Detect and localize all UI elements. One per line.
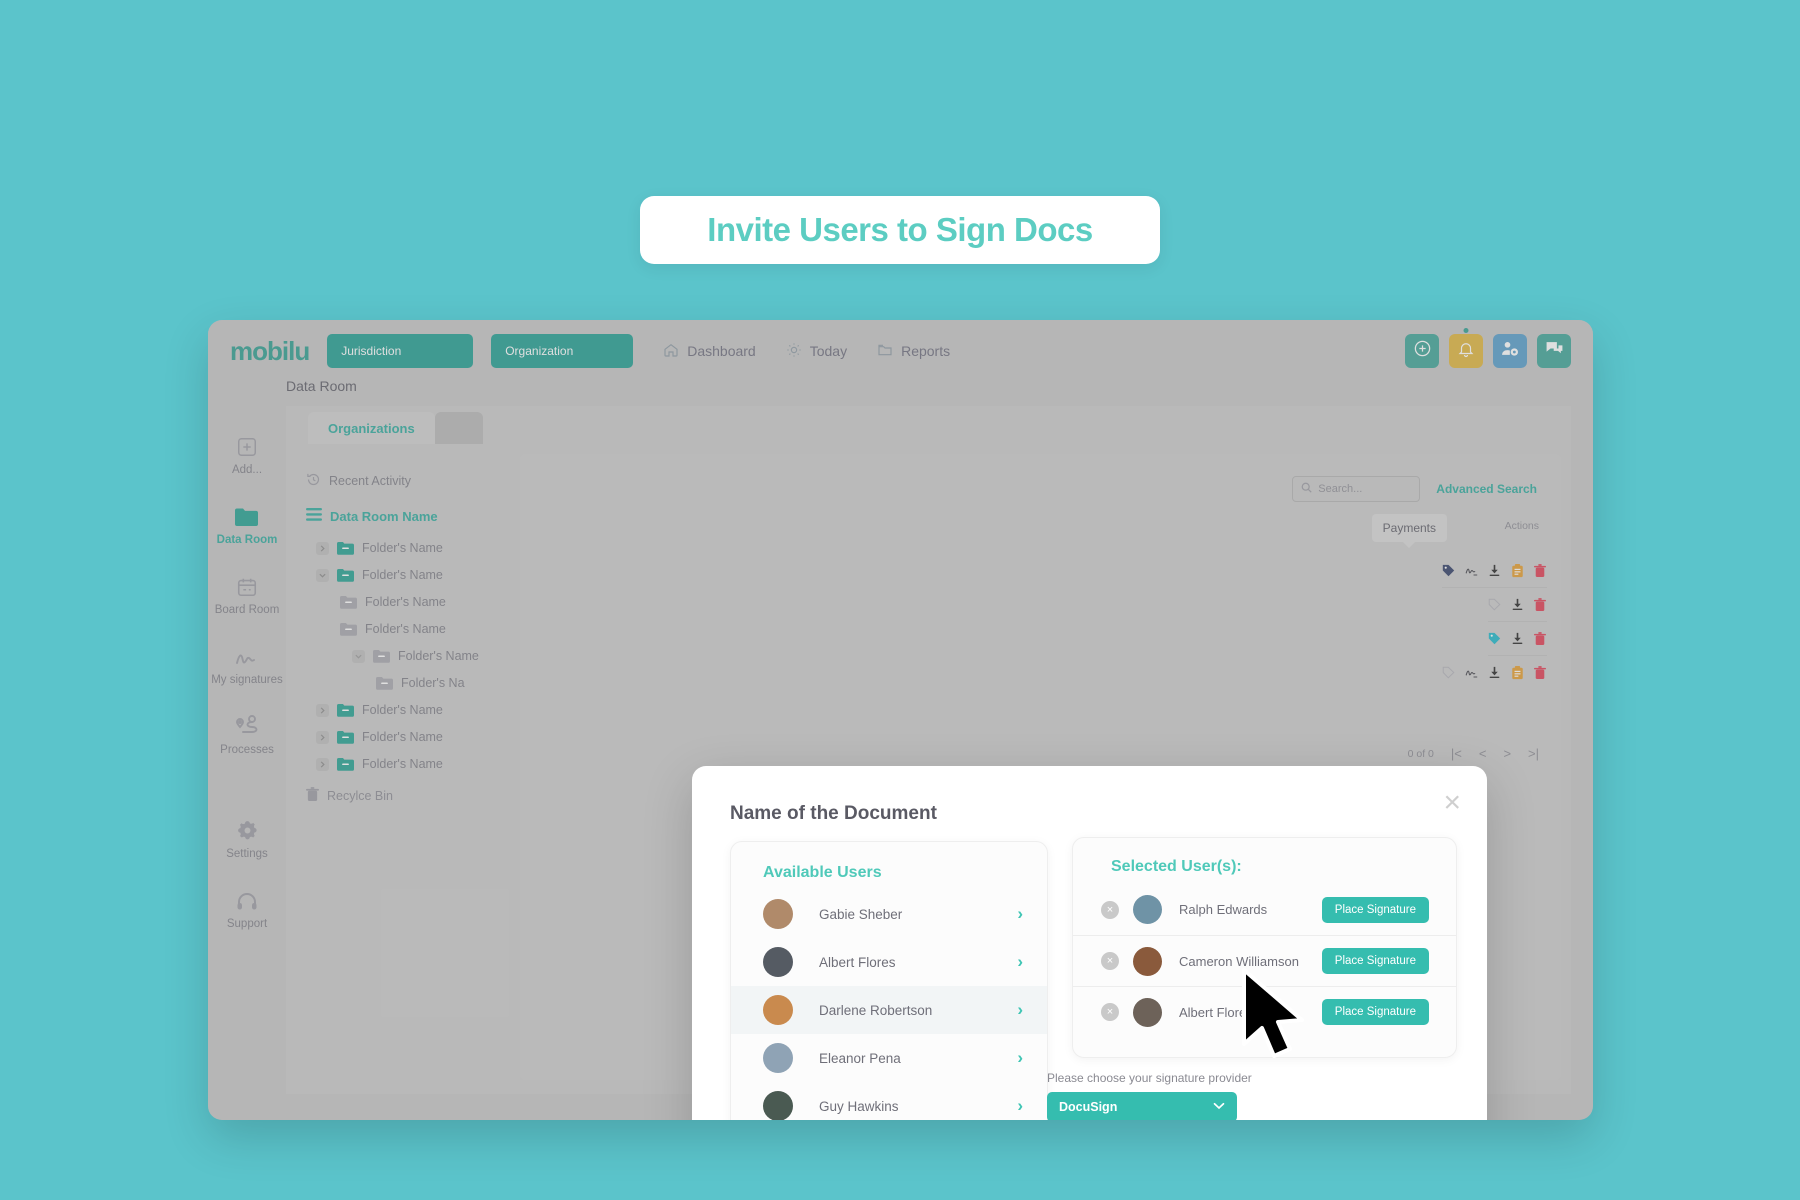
signature-provider-label: Please choose your signature provider xyxy=(1047,1071,1252,1085)
signature-provider-select[interactable]: DocuSign xyxy=(1047,1092,1237,1120)
avatar xyxy=(1133,895,1162,924)
avatar xyxy=(763,947,793,977)
chevron-right-icon[interactable]: › xyxy=(1017,1048,1023,1068)
avatar xyxy=(763,1091,793,1120)
chevron-right-icon[interactable]: › xyxy=(1017,904,1023,924)
invite-users-modal: Name of the Document × Available Users G… xyxy=(692,766,1487,1120)
available-users-card: Available Users Gabie Sheber › Albert Fl… xyxy=(730,841,1048,1120)
app-window: mobilu Jurisdiction Organization Dashboa… xyxy=(208,320,1593,1120)
avatar xyxy=(1133,997,1162,1027)
place-signature-button[interactable]: Place Signature xyxy=(1321,999,1429,1025)
modal-title: Name of the Document xyxy=(730,803,937,824)
page-title-banner: Invite Users to Sign Docs xyxy=(640,196,1160,264)
signature-provider-value: DocuSign xyxy=(1059,1100,1118,1114)
list-item[interactable]: Albert Flores › xyxy=(731,938,1047,986)
list-item[interactable]: Guy Hawkins › xyxy=(731,1082,1047,1120)
list-item[interactable]: Eleanor Pena › xyxy=(731,1034,1047,1082)
chevron-right-icon[interactable]: › xyxy=(1017,1096,1023,1116)
selected-user-name: Cameron Williamson xyxy=(1179,953,1299,969)
avatar xyxy=(763,995,793,1025)
list-item[interactable]: × Ralph Edwards Place Signature xyxy=(1073,884,1456,935)
place-signature-button[interactable]: Place Signature xyxy=(1321,896,1429,923)
avatar xyxy=(1133,946,1162,976)
remove-user-button[interactable]: × xyxy=(1101,900,1119,919)
available-user-name: Darlene Robertson xyxy=(819,1002,933,1018)
place-signature-button[interactable]: Place Signature xyxy=(1321,948,1429,974)
list-item[interactable]: Gabie Sheber › xyxy=(731,890,1047,938)
avatar xyxy=(763,899,793,929)
mouse-cursor xyxy=(1240,968,1314,1065)
close-icon[interactable]: × xyxy=(1443,788,1461,818)
chevron-right-icon[interactable]: › xyxy=(1017,1000,1023,1020)
available-user-name: Eleanor Pena xyxy=(819,1050,901,1066)
available-user-name: Gabie Sheber xyxy=(819,906,903,922)
signature-options-form: Please choose your signature provider Do… xyxy=(1047,1071,1307,1120)
chevron-down-icon xyxy=(1213,1101,1225,1113)
list-item[interactable]: Darlene Robertson › xyxy=(731,986,1047,1034)
page-title: Invite Users to Sign Docs xyxy=(707,211,1093,248)
remove-user-button[interactable]: × xyxy=(1101,1003,1119,1021)
available-user-name: Albert Flores xyxy=(819,954,896,970)
available-user-name: Guy Hawkins xyxy=(819,1098,899,1114)
avatar xyxy=(763,1043,793,1073)
remove-user-button[interactable]: × xyxy=(1101,952,1119,970)
selected-users-heading: Selected User(s): xyxy=(1111,858,1242,875)
selected-user-name: Ralph Edwards xyxy=(1179,902,1268,917)
chevron-right-icon[interactable]: › xyxy=(1017,952,1023,972)
available-users-heading: Available Users xyxy=(763,864,882,881)
